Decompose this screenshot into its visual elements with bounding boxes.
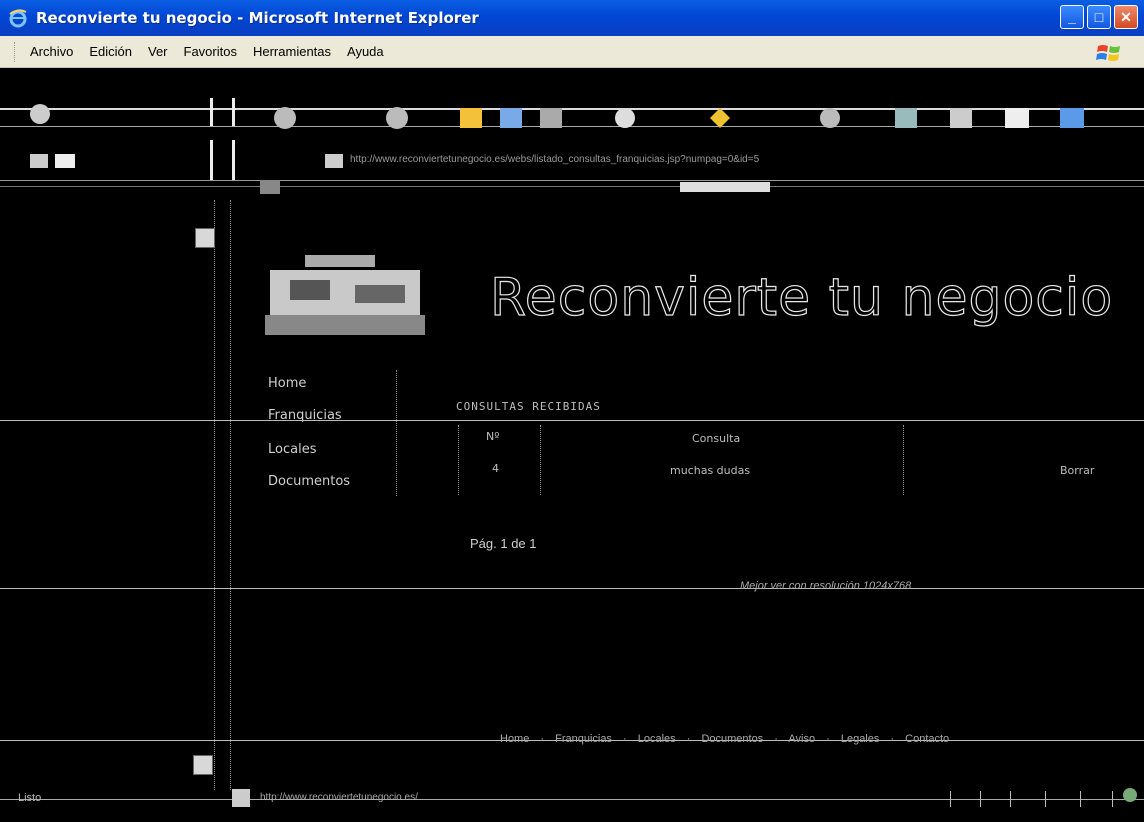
menu-archivo[interactable]: Archivo (30, 44, 73, 59)
divider-middle (0, 588, 1144, 589)
status-url: http://www.reconviertetunegocio.es/ (260, 792, 418, 803)
page-left-border-inner (230, 200, 231, 790)
delete-link[interactable]: Borrar (1060, 464, 1094, 477)
maximize-button[interactable]: □ (1087, 5, 1111, 29)
menu-edicion[interactable]: Edición (89, 44, 132, 59)
menu-favoritos[interactable]: Favoritos (184, 44, 237, 59)
table-header-consulta: Consulta (692, 432, 741, 445)
section-title: CONSULTAS RECIBIDAS (456, 400, 601, 413)
divider-top (0, 420, 1144, 421)
menu-ayuda[interactable]: Ayuda (347, 44, 384, 59)
address-bar-url[interactable]: http://www.reconviertetunegocio.es/webs/… (350, 154, 759, 165)
broken-image-icon-bottom (193, 755, 213, 775)
nav-documentos[interactable]: Documentos (268, 474, 350, 489)
page-header-title: Reconvierte tu negocio (489, 267, 1114, 328)
windows-flag-icon (1096, 45, 1120, 61)
resolution-note: Mejor ver con resolución 1024x768 (740, 580, 912, 592)
menu-grip (14, 42, 19, 62)
window-title: Reconvierte tu negocio - Microsoft Inter… (36, 9, 479, 27)
footer-nav[interactable]: Home · Franquicias · Locales · Documento… (500, 733, 949, 745)
table-col-sep-2 (540, 425, 541, 495)
status-text: Listo (18, 792, 42, 804)
ie-icon (9, 9, 27, 28)
table-row-text[interactable]: muchas dudas (670, 464, 750, 477)
table-col-sep-1 (458, 425, 459, 495)
close-button[interactable]: ✕ (1114, 5, 1138, 29)
title-bar: Reconvierte tu negocio - Microsoft Inter… (0, 0, 1144, 36)
broken-image-icon (195, 228, 215, 248)
menu-ver[interactable]: Ver (148, 44, 168, 59)
table-row-num: 4 (492, 462, 499, 475)
pagination: Pág. 1 de 1 (470, 536, 537, 551)
table-header-num: Nº (486, 430, 500, 443)
header-photo (260, 250, 430, 340)
menu-bar: Archivo Edición Ver Favoritos Herramient… (0, 36, 1144, 68)
nav-home[interactable]: Home (268, 376, 306, 391)
table-col-sep-3 (903, 425, 904, 495)
corrupted-toolbar-area (0, 68, 1144, 198)
menu-herramientas[interactable]: Herramientas (253, 44, 331, 59)
nav-separator (396, 370, 397, 496)
status-bar (0, 783, 1144, 817)
minimize-button[interactable]: _ (1060, 5, 1084, 29)
page-left-border (214, 200, 215, 790)
nav-locales[interactable]: Locales (268, 442, 316, 457)
